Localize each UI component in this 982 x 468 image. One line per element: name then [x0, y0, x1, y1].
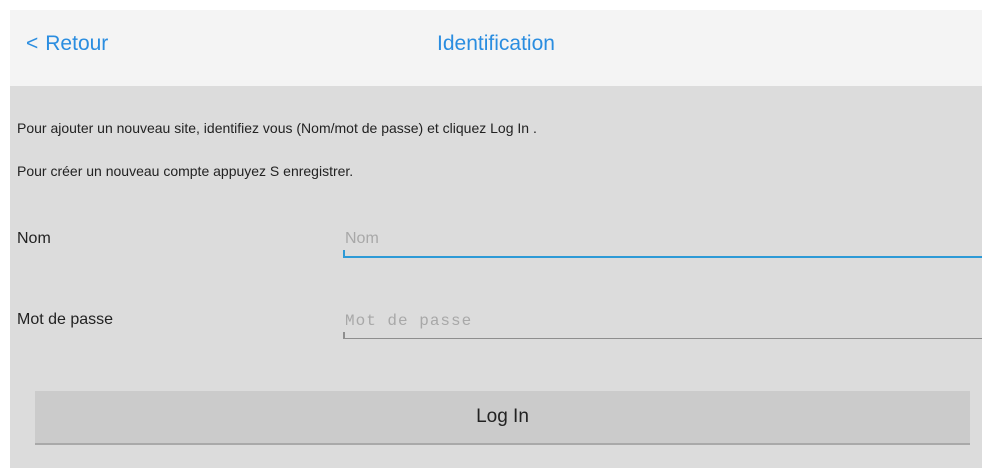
password-label: Mot de passe [17, 311, 114, 328]
instruction-text-register: Pour créer un nouveau compte appuyez S e… [17, 163, 354, 179]
name-input-edge [343, 250, 345, 258]
name-label: Nom [17, 230, 51, 247]
password-input[interactable] [343, 303, 982, 339]
name-input[interactable] [343, 222, 982, 258]
header-bar: < Retour Identification [10, 10, 982, 86]
page-title: Identification [437, 32, 555, 55]
login-button[interactable]: Log In [35, 391, 970, 445]
login-screen: < Retour Identification Pour ajouter un n… [10, 10, 982, 468]
instruction-text-login: Pour ajouter un nouveau site, identifiez… [17, 120, 537, 136]
password-input-edge [343, 332, 345, 338]
